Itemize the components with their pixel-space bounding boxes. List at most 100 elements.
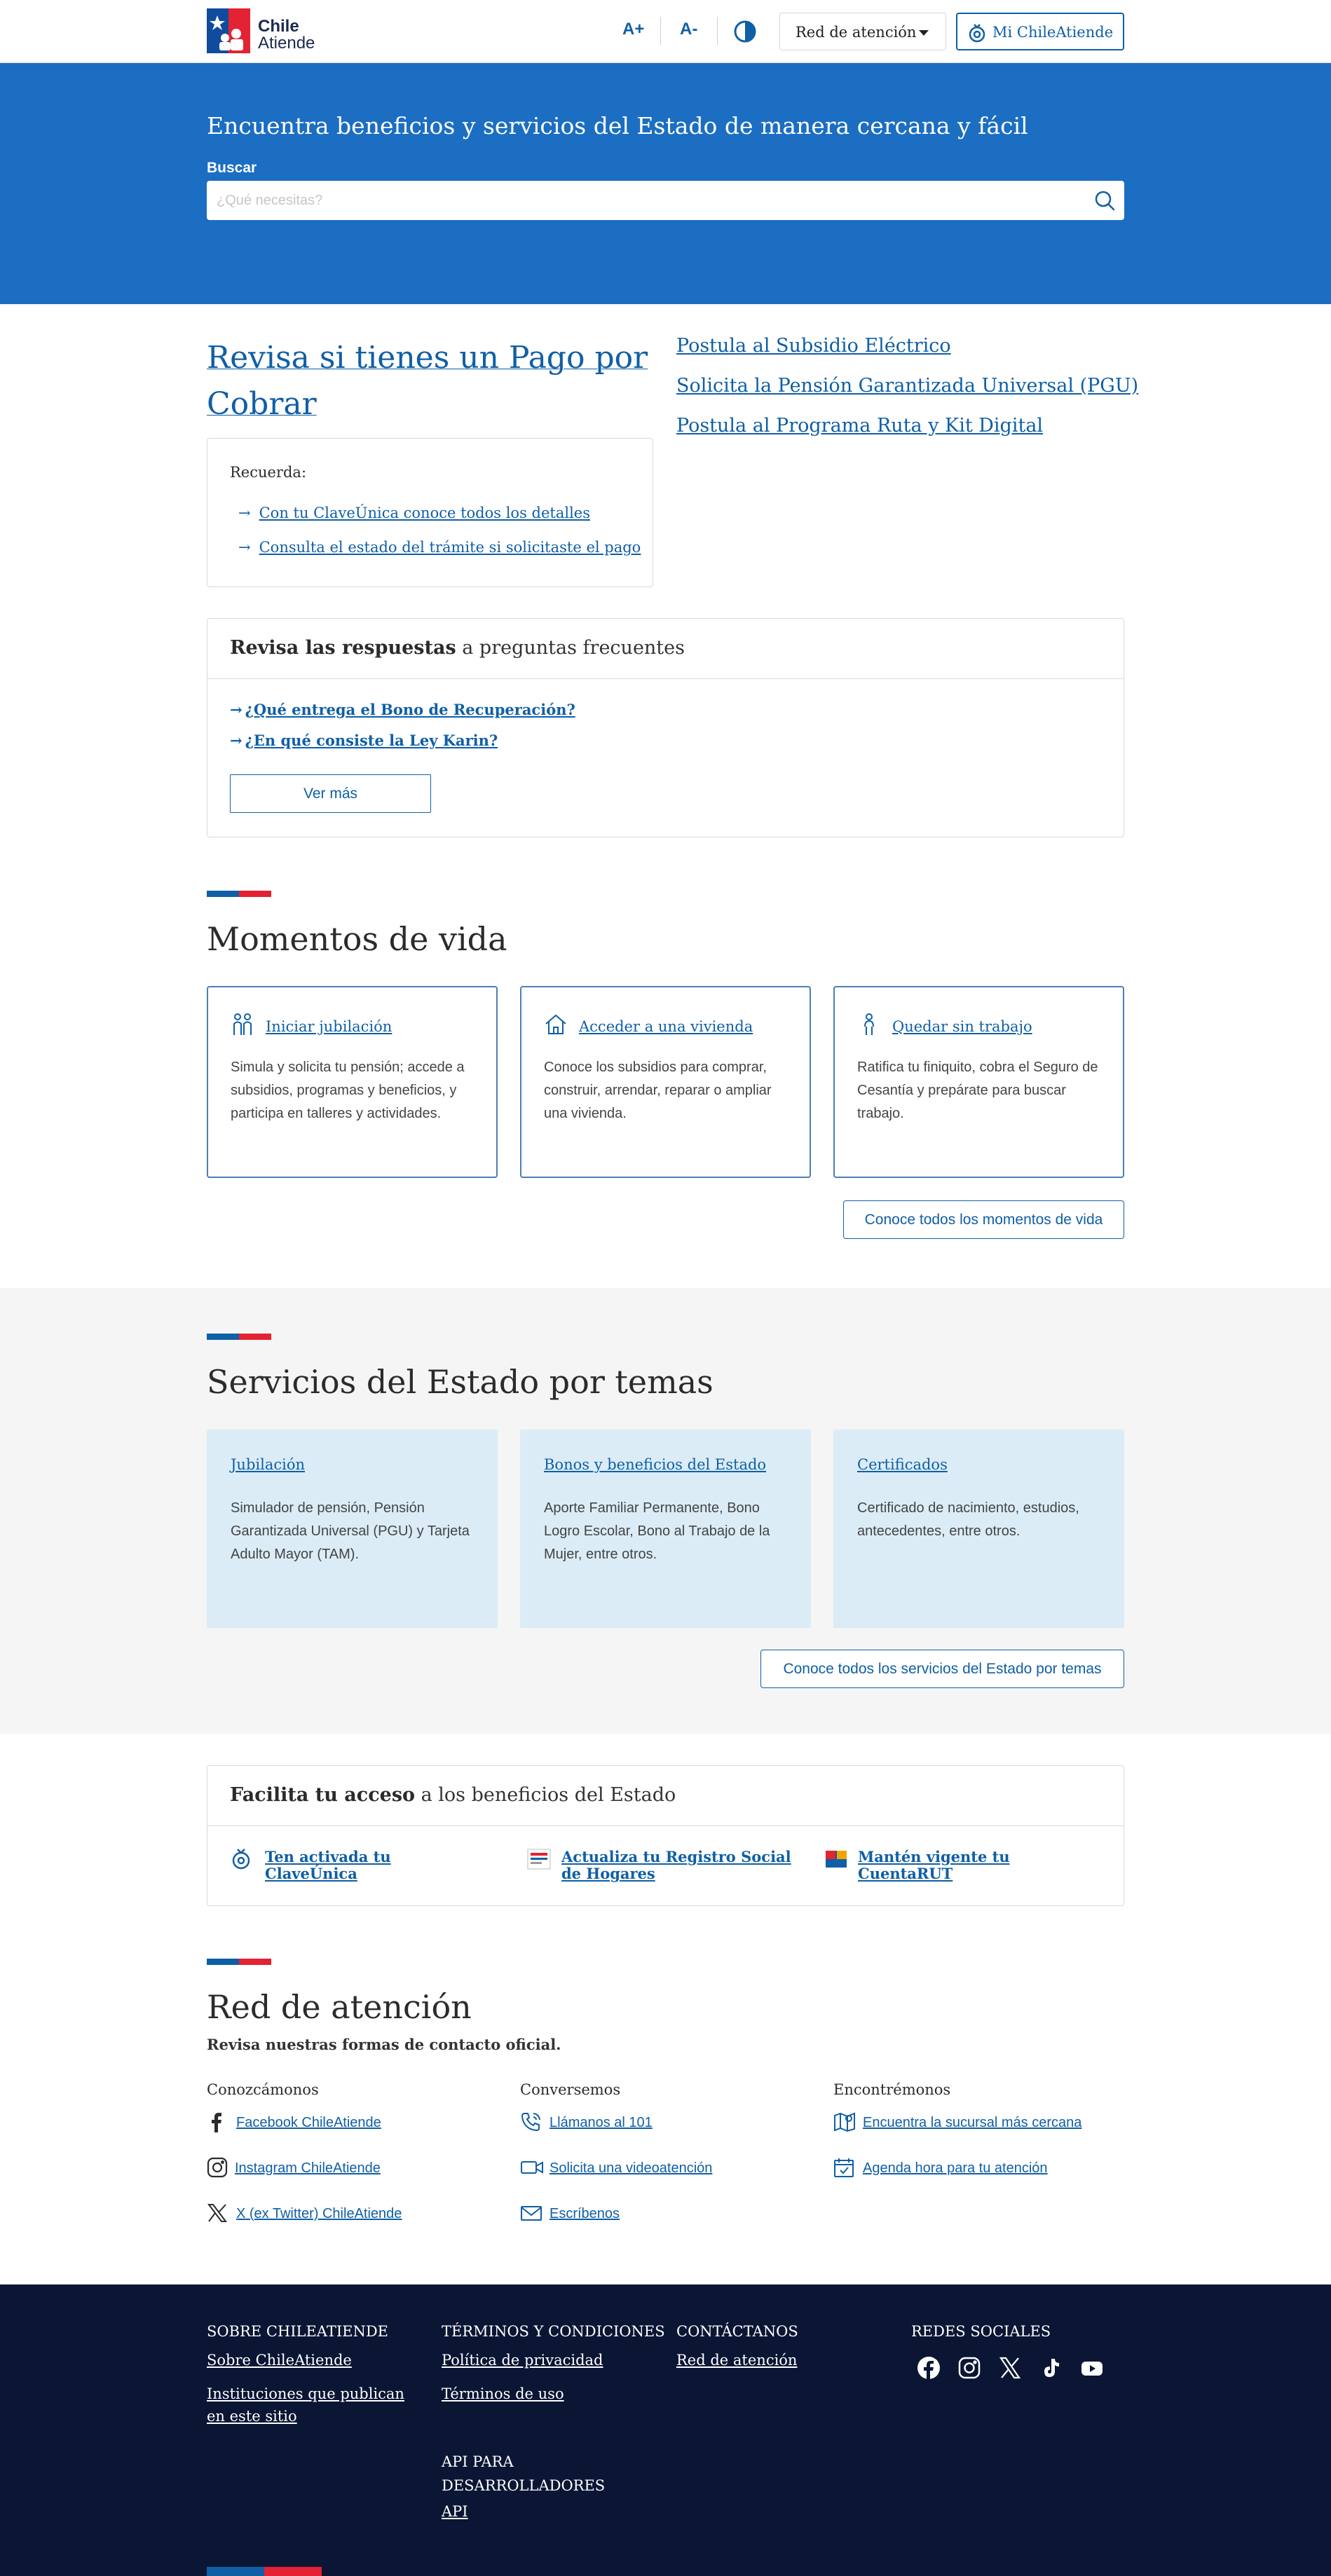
contact-link-label: Agenda hora para tu atención [863,2160,1048,2176]
faq-heading-rest: a preguntas frecuentes [456,637,685,659]
map-icon [833,2111,856,2132]
x-twitter-icon [207,2202,228,2224]
tema-title: Jubilación [231,1456,305,1473]
recuerda-heading: Recuerda: [230,464,307,481]
x-twitter-icon[interactable] [998,2356,1022,2380]
tiktok-icon[interactable] [1039,2356,1063,2380]
arrow-right-icon: → [230,701,243,718]
footer-link[interactable]: Instituciones que publican en este sitio [207,2383,417,2427]
momento-desc: Ratifica tu finiquito, cobra el Seguro d… [857,1060,1098,1121]
hero-banner: Encuentra beneficios y servicios del Est… [0,63,1331,304]
mi-chileatiende-label: Mi ChileAtiende [992,24,1114,41]
tema-title: Certificados [857,1456,948,1473]
footer-link[interactable]: Red de atención [676,2349,797,2371]
header-divider [660,17,661,45]
recuerda-box: Recuerda: → Con tu ClaveÚnica conoce todo… [207,438,653,587]
house-icon [544,1013,568,1036]
featured-link[interactable]: Postula al Subsidio Eléctrico [676,335,1138,375]
pago-link[interactable]: → Consulta el estado del trámite si solic… [238,539,641,556]
ver-mas-button[interactable]: Ver más [230,774,431,813]
momento-title: Iniciar jubilación [266,1018,393,1035]
arrow-right-icon: → [238,539,251,556]
chileatiende-logo-icon[interactable] [207,8,250,53]
momento-card[interactable]: Iniciar jubilación Simula y solicita tu … [207,986,498,1178]
claveunica-icon [230,1847,252,1870]
registro-social-icon [526,1847,552,1872]
pago-link-label: Consulta el estado del trámite si solici… [259,539,641,556]
facebook-icon[interactable] [917,2356,941,2380]
pago-por-cobrar-link[interactable]: Revisa si tienes un Pago por Cobrar [207,335,655,427]
footer-link[interactable]: Sobre ChileAtiende [207,2349,352,2371]
facilita-heading: Facilita tu acceso a los beneficios del … [230,1784,676,1806]
tema-card[interactable]: Certificados Certificado de nacimiento, … [833,1430,1124,1628]
facilita-item-label: Actualiza tu Registro Social de Hogares [561,1848,791,1882]
tema-title: Bonos y beneficios del Estado [544,1456,767,1473]
temas-title: Servicios del Estado por temas [207,1363,714,1401]
momento-card[interactable]: Quedar sin trabajo Ratifica tu finiquito… [833,986,1124,1178]
faq-box: Revisa las respuestas a preguntas frecue… [207,618,1124,837]
flag-stripe [207,1959,271,1965]
facilita-heading-rest: a los beneficios del Estado [415,1784,676,1806]
contact-link-label: Escríbenos [550,2206,620,2221]
footer-contacto-heading: CONTÁCTANOS [676,2323,798,2340]
search-input[interactable] [207,181,1076,220]
tema-card[interactable]: Jubilación Simulador de pensión, Pensión… [207,1430,498,1628]
momento-card[interactable]: Acceder a una vivienda Conoce los subsid… [520,986,811,1178]
facilita-box: Facilita tu acceso a los beneficios del … [207,1765,1124,1906]
footer-link[interactable]: Términos de uso [442,2383,564,2405]
font-decrease-button[interactable]: A- [680,20,697,39]
facilita-item-label: Mantén vigente tu CuentaRUT [858,1848,1010,1882]
footer-link[interactable]: API [442,2500,468,2523]
momentos-title: Momentos de vida [207,920,507,958]
header-divider [717,17,718,45]
site-header: Chile Atiende A+ A- Red de atención Mi C… [0,0,1331,63]
red-title: Red de atención [207,1988,472,2026]
faq-question-link[interactable]: → ¿Qué entrega el Bono de Recuperación? [230,701,575,718]
logo-line-1: Chile [258,17,299,36]
momento-title: Acceder a una vivienda [579,1018,753,1035]
red-atencion-dropdown[interactable]: Red de atención [779,13,946,50]
faq-question-label: ¿Qué entrega el Bono de Recuperación? [245,701,575,718]
youtube-icon[interactable] [1079,2356,1105,2380]
facilita-heading-bold: Facilita tu acceso [230,1784,416,1806]
flag-stripe [207,891,271,897]
contact-link-label: Solicita una videoatención [550,2160,713,2176]
tema-desc: Aporte Familiar Permanente, Bono Logro E… [544,1500,770,1562]
footer-link[interactable]: Política de privacidad [442,2349,603,2371]
momento-title: Quedar sin trabajo [892,1018,1032,1035]
featured-link[interactable]: Postula al Programa Ruta y Kit Digital [676,415,1138,455]
instagram-icon[interactable] [957,2356,981,2380]
featured-link[interactable]: Solicita la Pensión Garantizada Universa… [676,375,1138,415]
flag-stripe [207,1334,271,1340]
faq-question-label: ¿En qué consiste la Ley Karin? [245,732,498,749]
arrow-right-icon: → [230,732,243,749]
hero-title: Encuentra beneficios y servicios del Est… [207,112,1028,139]
cuentarut-icon [824,1847,848,1870]
logo-text[interactable]: Chile Atiende [258,18,315,52]
momento-desc: Simula y solicita tu pensión; accede a s… [231,1060,465,1121]
divider [207,1825,1124,1826]
divider [207,678,1124,679]
elderly-people-icon [231,1013,254,1036]
person-icon [857,1013,881,1036]
mi-chileatiende-button[interactable]: Mi ChileAtiende [956,13,1124,50]
contrast-toggle-icon[interactable] [733,20,757,43]
tema-card[interactable]: Bonos y beneficios del Estado Aporte Fam… [520,1430,811,1628]
facebook-icon [207,2111,226,2132]
pago-link[interactable]: → Con tu ClaveÚnica conoce todos los deta… [238,505,590,521]
momentos-all-button[interactable]: Conoce todos los momentos de vida [843,1200,1124,1239]
faq-question-link[interactable]: → ¿En qué consiste la Ley Karin? [230,732,498,749]
footer-redes-heading: REDES SOCIALES [911,2323,1051,2340]
video-camera-icon [520,2157,544,2178]
mail-icon [520,2202,542,2224]
phone-icon [520,2111,542,2132]
faq-heading-bold: Revisa las respuestas [230,637,456,659]
flag-stripe [207,2567,322,2576]
temas-all-button[interactable]: Conoce todos los servicios del Estado po… [760,1650,1124,1688]
tema-desc: Certificado de nacimiento, estudios, ant… [857,1500,1079,1539]
footer-sobre-heading: SOBRE CHILEATIENDE [207,2323,388,2340]
tema-desc: Simulador de pensión, Pensión Garantizad… [231,1500,470,1562]
search-icon[interactable] [1093,189,1116,212]
red-atencion-label: Red de atención [796,24,917,41]
font-increase-button[interactable]: A+ [622,20,644,39]
